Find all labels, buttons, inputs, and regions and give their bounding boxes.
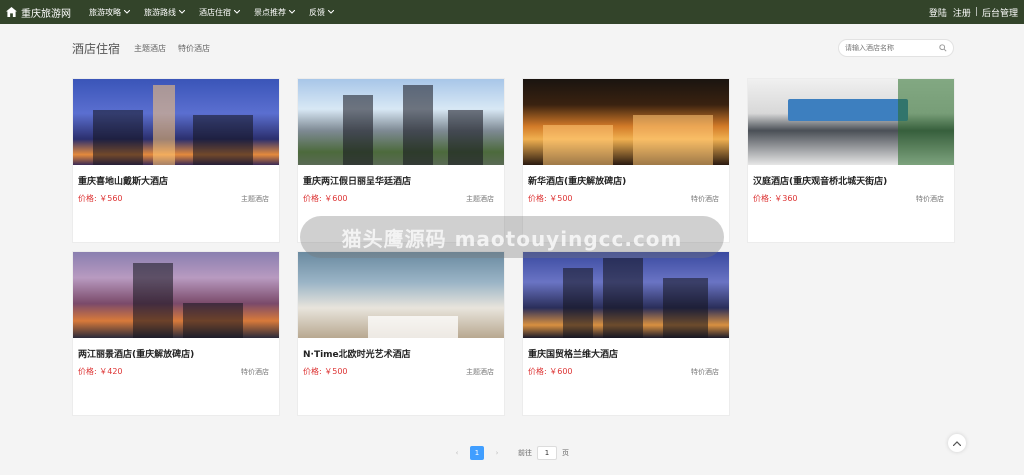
nav-item-guides[interactable]: 旅游攻略	[89, 7, 130, 18]
hotel-category: 特价酒店	[691, 367, 719, 376]
top-navbar: 重庆旅游网 旅游攻略 旅游路线 酒店住宿 景点推荐 反馈 登陆 注册 | 后台管…	[0, 0, 1024, 24]
admin-link[interactable]: 后台管理	[982, 6, 1018, 19]
search-box	[838, 39, 954, 57]
home-icon	[6, 7, 17, 17]
chevron-up-icon	[953, 440, 961, 446]
hotel-category: 特价酒店	[241, 367, 269, 376]
hotel-image[interactable]	[73, 252, 279, 338]
auth-links: 登陆 注册 | 后台管理	[929, 6, 1018, 19]
goto-label: 前往	[518, 449, 532, 457]
chevron-down-icon	[289, 10, 295, 14]
hotel-card[interactable]: 重庆国贸格兰维大酒店 价格: ￥600 特价酒店	[522, 251, 730, 416]
next-page-icon[interactable]: ›	[490, 449, 504, 457]
chevron-down-icon	[328, 10, 334, 14]
hotel-meta: 价格: ￥420 特价酒店	[78, 366, 269, 377]
nav-item-hotels[interactable]: 酒店住宿	[199, 7, 240, 18]
hotel-name[interactable]: 新华酒店(重庆解放碑店)	[528, 174, 729, 187]
hotel-price: 价格: ￥600	[303, 194, 348, 203]
page-suffix: 页	[562, 449, 569, 457]
hotel-category: 特价酒店	[691, 194, 719, 203]
hotel-image[interactable]	[523, 252, 729, 338]
hotel-image[interactable]	[748, 79, 954, 165]
search-icon[interactable]	[939, 44, 947, 52]
hotel-category: 主题酒店	[466, 367, 494, 376]
hotel-image[interactable]	[298, 79, 504, 165]
hotel-name[interactable]: 汉庭酒店(重庆观音桥北城天街店)	[753, 174, 954, 187]
hotel-category: 主题酒店	[241, 194, 269, 203]
hotel-meta: 价格: ￥600 特价酒店	[528, 366, 719, 377]
hotel-meta: 价格: ￥560 主题酒店	[78, 193, 269, 204]
pagination: ‹ 1 › 前往 页	[450, 446, 569, 460]
chevron-down-icon	[234, 10, 240, 14]
divider: |	[974, 7, 978, 17]
hotel-meta: 价格: ￥360 特价酒店	[753, 193, 944, 204]
hotel-price: 价格: ￥560	[78, 194, 123, 203]
watermark-banner: 猫头鹰源码 maotouyingcc.com	[300, 216, 724, 258]
hotel-image[interactable]	[523, 79, 729, 165]
hotel-category: 特价酒店	[916, 194, 944, 203]
hotel-image[interactable]	[298, 252, 504, 338]
register-link[interactable]: 注册	[953, 6, 971, 19]
nav-item-attractions[interactable]: 景点推荐	[254, 7, 295, 18]
back-to-top-button[interactable]	[948, 434, 966, 452]
page-title: 酒店住宿	[72, 41, 121, 56]
page-number-active[interactable]: 1	[470, 446, 484, 460]
page-header: 酒店住宿 主题酒店 特价酒店	[72, 38, 954, 58]
hotel-price: 价格: ￥600	[528, 367, 573, 376]
chevron-down-icon	[124, 10, 130, 14]
hotel-image[interactable]	[73, 79, 279, 165]
page-jump-input[interactable]	[537, 446, 557, 460]
brand-logo[interactable]: 重庆旅游网	[6, 5, 71, 20]
hotel-price: 价格: ￥360	[753, 194, 798, 203]
prev-page-icon[interactable]: ‹	[450, 449, 464, 457]
search-input[interactable]	[845, 44, 935, 52]
hotel-price: 价格: ￥500	[303, 367, 348, 376]
hotel-meta: 价格: ￥500 特价酒店	[528, 193, 719, 204]
hotel-meta: 价格: ￥600 主题酒店	[303, 193, 494, 204]
hotel-name[interactable]: 两江丽景酒店(重庆解放碑店)	[78, 347, 279, 360]
hotel-category: 主题酒店	[466, 194, 494, 203]
brand-name: 重庆旅游网	[21, 8, 71, 20]
hotel-card[interactable]: 重庆喜地山戴斯大酒店 价格: ￥560 主题酒店	[72, 78, 280, 243]
hotel-meta: 价格: ￥500 主题酒店	[303, 366, 494, 377]
hotel-card[interactable]: 汉庭酒店(重庆观音桥北城天街店) 价格: ￥360 特价酒店	[747, 78, 955, 243]
nav-item-routes[interactable]: 旅游路线	[144, 7, 185, 18]
hotel-card[interactable]: N·Time北欧时光艺术酒店 价格: ￥500 主题酒店	[297, 251, 505, 416]
tab-theme-hotels[interactable]: 主题酒店	[134, 43, 166, 54]
hotel-name[interactable]: 重庆国贸格兰维大酒店	[528, 347, 729, 360]
hotel-name[interactable]: N·Time北欧时光艺术酒店	[303, 347, 504, 360]
hotel-price: 价格: ￥500	[528, 194, 573, 203]
hotel-name[interactable]: 重庆两江假日丽呈华廷酒店	[303, 174, 504, 187]
hotel-card[interactable]: 两江丽景酒店(重庆解放碑店) 价格: ￥420 特价酒店	[72, 251, 280, 416]
hotel-price: 价格: ￥420	[78, 367, 123, 376]
login-link[interactable]: 登陆	[929, 6, 947, 19]
nav-item-feedback[interactable]: 反馈	[309, 7, 334, 18]
tab-discount-hotels[interactable]: 特价酒店	[178, 43, 210, 54]
hotel-name[interactable]: 重庆喜地山戴斯大酒店	[78, 174, 279, 187]
chevron-down-icon	[179, 10, 185, 14]
